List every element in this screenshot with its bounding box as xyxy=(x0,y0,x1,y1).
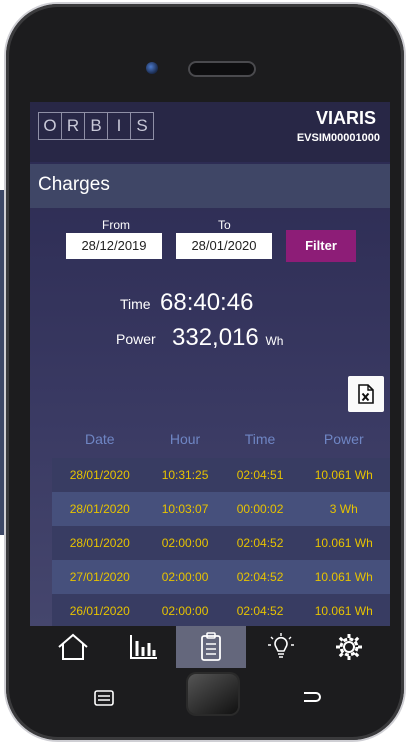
camera-icon xyxy=(146,62,158,74)
device-serial: EVSIM00001000 xyxy=(296,132,380,144)
power-unit: Wh xyxy=(265,334,284,348)
lightbulb-icon xyxy=(268,633,294,658)
page-title: Charges xyxy=(38,174,110,195)
excel-file-icon xyxy=(358,384,374,404)
table-row: 28/01/2020 10:31:25 02:04:51 10.061 Wh xyxy=(52,458,390,492)
from-date-field[interactable]: 28/12/2019 xyxy=(66,233,162,259)
orbis-logo: O R B I S xyxy=(38,112,154,140)
bar-chart-icon xyxy=(130,635,157,659)
table-row: 27/01/2020 02:00:00 02:04:52 10.061 Wh xyxy=(52,560,390,594)
table-row: 28/01/2020 10:03:07 00:00:02 3 Wh xyxy=(52,492,390,526)
power-value: 332,016 Wh xyxy=(172,324,283,352)
menu-key-icon[interactable] xyxy=(94,690,114,706)
col-time: Time xyxy=(244,431,276,447)
nav-settings[interactable] xyxy=(314,626,384,668)
nav-home[interactable] xyxy=(38,626,108,668)
device-brand: VIARIS xyxy=(315,108,376,128)
app-header: O R B I S VIARIS EVSIM00001000 xyxy=(30,102,390,162)
col-hour: Hour xyxy=(169,431,201,447)
nav-lighting[interactable] xyxy=(246,626,316,668)
export-excel-icon[interactable] xyxy=(348,376,384,412)
to-label: To xyxy=(218,218,231,232)
speaker xyxy=(188,61,256,77)
app-screen: O R B I S VIARIS EVSIM00001000 Charges F… xyxy=(30,102,390,626)
home-key[interactable] xyxy=(188,674,238,714)
power-label: Power xyxy=(116,331,156,347)
hardware-keys xyxy=(30,672,390,722)
time-label: Time xyxy=(120,296,151,312)
clipboard-icon xyxy=(201,632,221,661)
time-value: 68:40:46 xyxy=(160,289,254,316)
col-date: Date xyxy=(84,431,115,447)
nav-statistics[interactable] xyxy=(108,626,178,668)
to-date-field[interactable]: 28/01/2020 xyxy=(176,233,272,259)
power-number: 332,016 xyxy=(172,324,259,351)
table-row: 28/01/2020 02:00:00 02:04:52 10.061 Wh xyxy=(52,526,390,560)
col-power: Power xyxy=(323,431,364,447)
back-key-icon[interactable] xyxy=(300,688,322,706)
gear-icon xyxy=(336,634,362,660)
filter-button[interactable]: Filter xyxy=(286,230,356,262)
home-icon xyxy=(58,633,88,660)
table-row: 26/01/2020 02:00:00 02:04:52 10.061 Wh xyxy=(52,594,390,626)
nav-charges[interactable] xyxy=(176,626,246,668)
from-label: From xyxy=(102,218,130,232)
bottom-nav xyxy=(30,626,390,668)
title-bar: Charges xyxy=(30,164,390,208)
charges-table: Date Hour Time Power 28/01/2020 10:31:25… xyxy=(52,420,390,626)
